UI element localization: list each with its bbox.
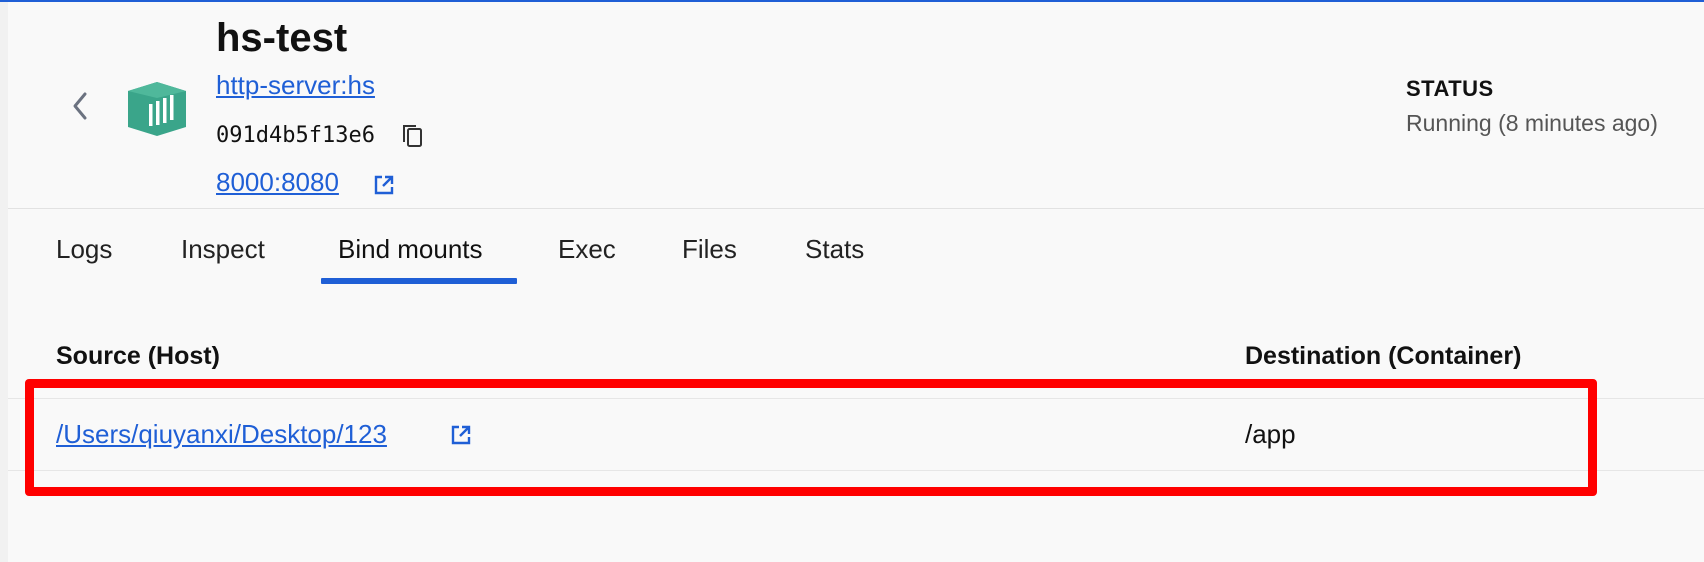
external-link-icon[interactable] [372,173,396,197]
tab-stats[interactable]: Stats [805,234,864,265]
tab-files[interactable]: Files [682,234,737,265]
tab-bind-mounts[interactable]: Bind mounts [338,234,483,265]
port-link[interactable]: 8000:8080 [216,167,339,198]
container-name: hs-test [216,16,348,60]
tab-exec[interactable]: Exec [558,234,616,265]
left-edge [0,2,8,562]
status-label: STATUS [1406,76,1494,101]
highlight-annotation [25,379,1597,496]
column-header-destination: Destination (Container) [1245,342,1522,370]
status-value: Running (8 minutes ago) [1406,110,1658,136]
column-header-source: Source (Host) [56,342,220,370]
container-icon [128,82,186,136]
container-header: hs-test http-server:hs 091d4b5f13e6 8000… [8,2,1704,209]
tab-logs[interactable]: Logs [56,234,112,265]
tab-inspect[interactable]: Inspect [181,234,265,265]
back-button[interactable] [60,86,100,126]
tab-bar: Logs Inspect Bind mounts Exec Files Stat… [8,210,1704,290]
active-tab-indicator [321,278,517,284]
container-id: 091d4b5f13e6 [216,123,375,148]
copy-icon[interactable] [400,123,426,151]
chevron-left-icon [73,92,87,120]
image-link[interactable]: http-server:hs [216,70,375,101]
